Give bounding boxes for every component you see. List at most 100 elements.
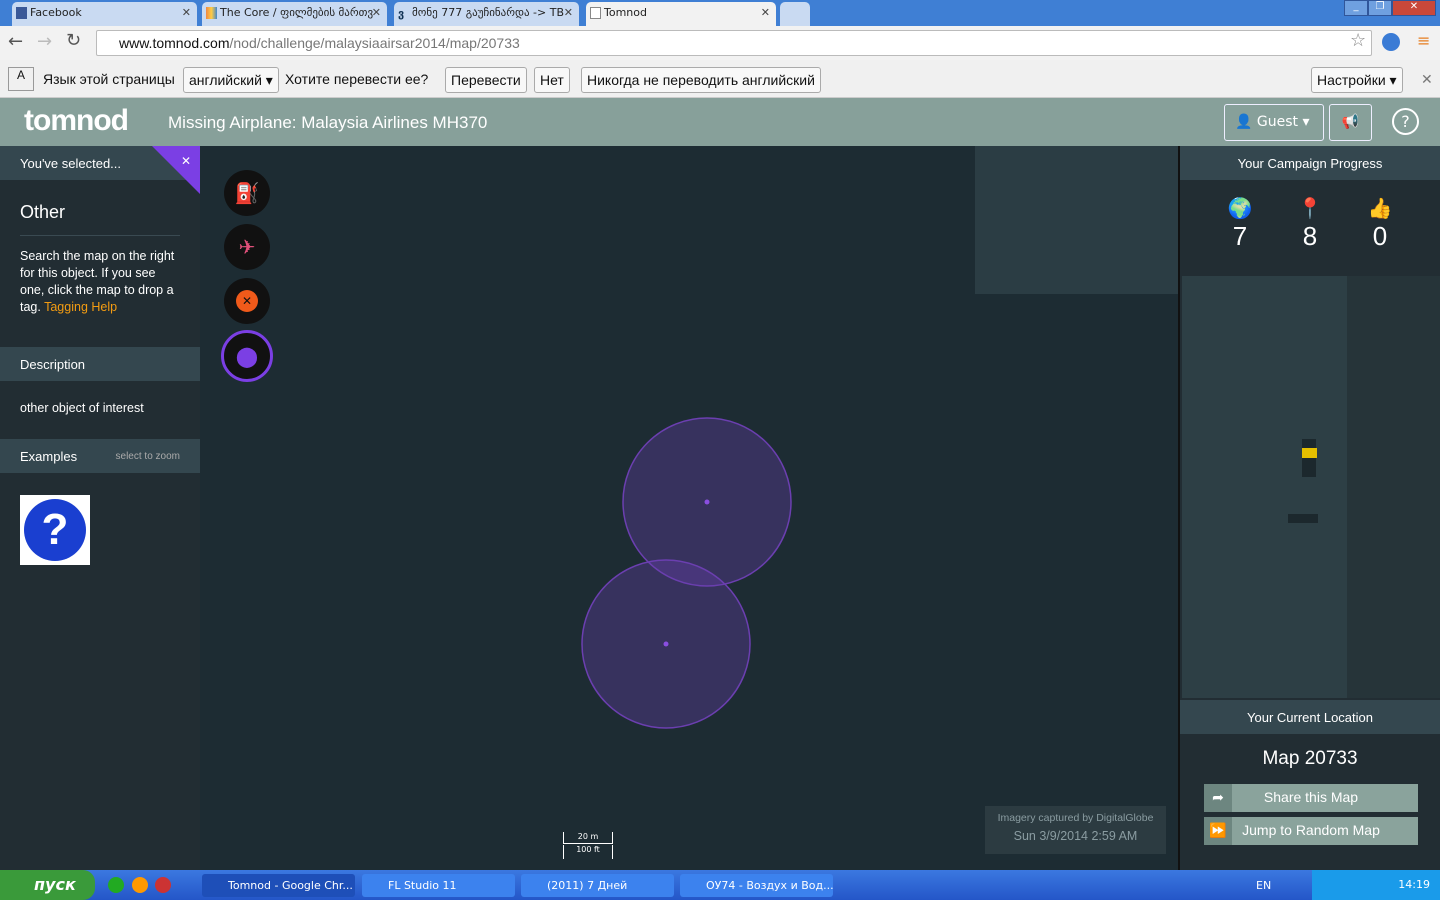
language-select[interactable]: английский ▾	[183, 67, 279, 93]
tab-the-core[interactable]: The Core / ფილმების მართვ ✕	[202, 2, 387, 26]
close-tab-icon[interactable]: ✕	[182, 6, 191, 19]
minimap-region	[1302, 439, 1316, 477]
close-icon[interactable]: ✕	[181, 154, 191, 168]
minimap-unloaded	[1347, 276, 1440, 698]
taskbar: пуск Tomnod - Google Chr... FL Studio 11…	[0, 870, 1440, 900]
description-text: other object of interest	[20, 401, 144, 415]
help-button[interactable]: ?	[1392, 108, 1419, 135]
never-translate-button[interactable]: Никогда не переводить английский	[581, 67, 821, 93]
tab-tomnod[interactable]: Tomnod ✕	[586, 2, 776, 26]
task-label: ОУ74 - Воздух и Вод...	[706, 879, 833, 892]
minimap-region	[1288, 514, 1318, 523]
close-corner[interactable]	[152, 146, 200, 194]
example-thumbnail[interactable]: ?	[20, 495, 90, 565]
minimap[interactable]	[1182, 276, 1347, 698]
no-button[interactable]: Нет	[534, 67, 570, 93]
jump-random-button[interactable]: ⏩ Jump to Random Map	[1204, 817, 1418, 845]
language-indicator[interactable]: EN	[1256, 879, 1271, 892]
tag-point[interactable]	[704, 499, 710, 505]
tag-layer	[581, 417, 792, 729]
tagging-help-link[interactable]: Tagging Help	[44, 300, 117, 314]
share-icon: ➦	[1204, 784, 1232, 812]
url-path: /nod/challenge/malaysiaairsar2014/map/20…	[229, 35, 520, 51]
app-header: tomnod Missing Airplane: Malaysia Airlin…	[0, 98, 1440, 146]
thumbs-up-icon: 👍	[1367, 198, 1393, 220]
back-icon[interactable]: ←	[8, 31, 23, 52]
minimize-button[interactable]: _	[1344, 0, 1368, 16]
tab-label: Tomnod	[604, 6, 647, 19]
translate-settings-button[interactable]: Настройки ▾	[1311, 67, 1403, 93]
jump-label: Jump to Random Map	[1242, 822, 1380, 838]
facebook-icon	[16, 7, 27, 19]
examples-hint: select to zoom	[115, 451, 180, 462]
tag-point[interactable]	[663, 641, 669, 647]
examples-header: Examples select to zoom	[0, 439, 200, 473]
close-tab-icon[interactable]: ✕	[761, 6, 770, 19]
guest-menu-button[interactable]: 👤 Guest ▾	[1224, 104, 1324, 141]
close-window-button[interactable]: ✕	[1392, 0, 1436, 16]
tab-label: The Core / ფილმების მართვ	[220, 6, 374, 19]
translate-icon: A	[8, 67, 34, 91]
map-name: Map 20733	[1262, 748, 1358, 769]
clock: 14:19	[1398, 878, 1430, 891]
new-tab-button[interactable]	[780, 2, 810, 26]
page-icon	[590, 7, 601, 19]
attribution-box: Imagery captured by DigitalGlobe Sun 3/9…	[985, 806, 1166, 854]
settings-label: Настройки	[1317, 72, 1386, 88]
tomnod-logo[interactable]: tomnod	[24, 104, 129, 138]
task-player[interactable]: ОУ74 - Воздух и Вод...	[680, 874, 833, 897]
start-button[interactable]: пуск	[0, 870, 95, 900]
share-map-button[interactable]: ➦ Share this Map	[1204, 784, 1418, 812]
extension-icon[interactable]	[1382, 33, 1400, 51]
imagery-date: Sun 3/9/2014 2:59 AM	[1013, 829, 1138, 843]
task-label: (2011) 7 Дней	[547, 879, 628, 892]
question-icon: ?	[24, 499, 86, 561]
share-label: Share this Map	[1263, 789, 1359, 805]
progress-stats: 🌍 7 📍 8 👍 0	[1180, 196, 1440, 252]
url-input[interactable]: www.tomnod.com/nod/challenge/malaysiaair…	[96, 30, 1372, 56]
current-map-marker	[1302, 448, 1317, 458]
user-icon: 👤	[1235, 114, 1253, 130]
site-icon: ვ	[398, 7, 405, 20]
app-icon[interactable]	[132, 877, 148, 893]
guest-label: Guest	[1256, 114, 1299, 130]
task-label: Tomnod - Google Chr...	[228, 879, 353, 892]
map-marker-icon: 📍	[1297, 198, 1323, 220]
satellite-map[interactable]: ⛽ ✈ ✕ ⬤ 20 m 100 ft Imagery captured by …	[200, 146, 1178, 870]
task-folder[interactable]: (2011) 7 Дней	[521, 874, 674, 897]
location-title: Your Current Location	[1180, 700, 1440, 734]
maps-count: 7	[1232, 221, 1248, 251]
start-label: пуск	[34, 875, 76, 894]
page-title: Missing Airplane: Malaysia Airlines MH37…	[168, 113, 488, 132]
bookmark-star-icon[interactable]: ☆	[1350, 30, 1366, 51]
progress-title: Your Campaign Progress	[1180, 146, 1440, 180]
scale-meters: 20 m	[563, 832, 613, 844]
firefox-icon[interactable]	[155, 877, 171, 893]
tab-strip: Facebook ✕ The Core / ფილმების მართვ ✕ ვ მო…	[0, 0, 1440, 26]
reload-icon[interactable]: ↻	[66, 30, 81, 51]
votes-count: 0	[1372, 221, 1388, 251]
menu-icon[interactable]: ≡	[1417, 31, 1430, 50]
task-flstudio[interactable]: FL Studio 11	[362, 874, 515, 897]
tab-georgian[interactable]: ვ მონე 777 გაუჩინარდა -> TB ✕	[394, 2, 579, 26]
task-chrome[interactable]: Tomnod - Google Chr...	[202, 874, 355, 897]
address-bar: ← → ↻ www.tomnod.com/nod/challenge/malay…	[0, 26, 1440, 60]
url-host: www.tomnod.com	[119, 35, 230, 51]
close-translate-icon[interactable]: ✕	[1421, 71, 1433, 88]
tab-facebook[interactable]: Facebook ✕	[12, 2, 197, 26]
close-tab-icon[interactable]: ✕	[564, 6, 573, 19]
announcements-button[interactable]: 📢	[1329, 104, 1372, 141]
right-panel: Your Campaign Progress 🌍 7 📍 8 👍 0 Your Cur…	[1178, 146, 1440, 870]
close-tab-icon[interactable]: ✕	[372, 6, 381, 19]
scale-feet: 100 ft	[563, 845, 613, 859]
fast-forward-icon: ⏩	[1204, 817, 1232, 845]
megaphone-icon: 📢	[1341, 114, 1360, 130]
maximize-button[interactable]: ❐	[1368, 0, 1392, 16]
selected-label: You've selected...	[20, 156, 122, 171]
tab-label: Facebook	[30, 6, 82, 19]
description-header: Description	[0, 347, 200, 381]
translate-button[interactable]: Перевести	[445, 67, 527, 93]
system-tray: 14:19	[1312, 870, 1440, 900]
forward-icon[interactable]: →	[37, 31, 52, 52]
utorrent-icon[interactable]	[108, 877, 124, 893]
